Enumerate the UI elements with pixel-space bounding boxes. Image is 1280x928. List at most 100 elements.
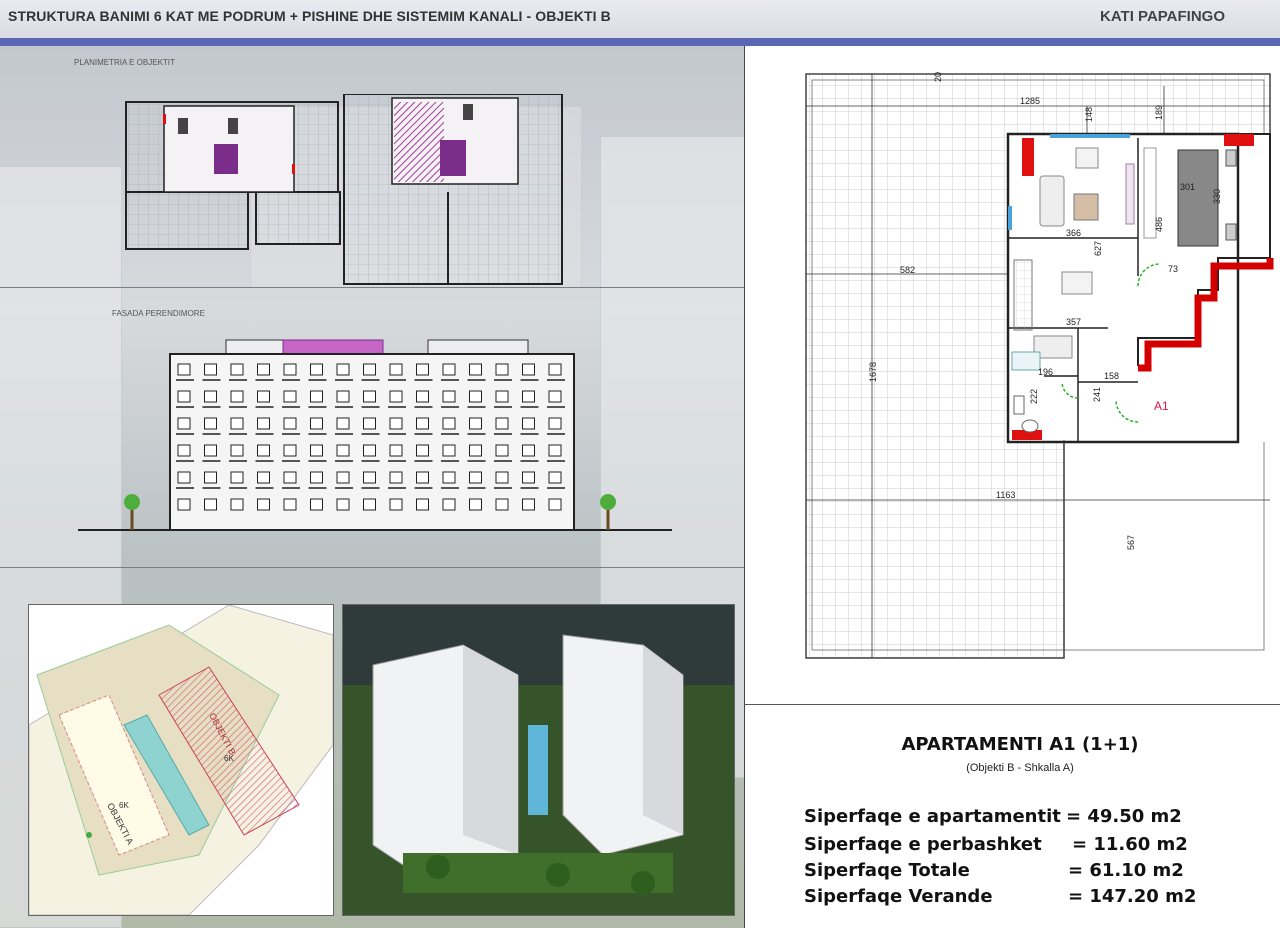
- facade-window: [495, 417, 509, 430]
- facade-window: [204, 417, 217, 430]
- render-card: [342, 604, 735, 916]
- facade-window: [283, 390, 297, 403]
- facade-window: [416, 498, 429, 511]
- facade-window: [548, 363, 562, 376]
- facade-window: [310, 444, 323, 457]
- facade-window: [257, 363, 270, 376]
- site-plan-drawing: OBJEKTI A OBJEKTI B 6K 6K: [29, 605, 333, 915]
- thumbnail-plan-right: [343, 94, 563, 285]
- facade-window: [522, 498, 535, 511]
- dim-label: 301: [1180, 182, 1195, 192]
- facade-window: [177, 471, 191, 484]
- dim-label: 241: [1092, 387, 1102, 402]
- facade-window: [336, 417, 350, 430]
- dim-label: 148: [1084, 107, 1094, 122]
- site-tag: 6K: [224, 754, 234, 763]
- aerial-render-illustration: [343, 605, 734, 915]
- facade-window: [204, 390, 217, 403]
- facade-window: [336, 444, 350, 457]
- facade-window: [310, 363, 323, 376]
- facade-window: [522, 363, 535, 376]
- dim-label: 486: [1154, 217, 1164, 232]
- facade-window: [416, 471, 429, 484]
- facade-window: [257, 390, 270, 403]
- dim-label: 1678: [868, 362, 878, 382]
- dim-label: 158: [1104, 371, 1119, 381]
- facade-window: [522, 390, 535, 403]
- area-row: Siperfaqe Totale = 61.10 m2: [804, 860, 1184, 881]
- facade-window: [363, 417, 376, 430]
- facade-window: [442, 390, 456, 403]
- facade-window: [442, 498, 456, 511]
- area-label: Siperfaqe e perbashket: [804, 834, 1042, 855]
- facade-window: [522, 444, 535, 457]
- facade-window: [363, 471, 376, 484]
- left-panel: PLANIMETRIA E OBJEKTIT FASADA PERENDIMOR…: [0, 46, 744, 928]
- area-value: = 49.50 m2: [1066, 806, 1182, 827]
- apartment-title: APARTAMENTI A1 (1+1): [901, 734, 1139, 755]
- facade-window: [469, 417, 482, 430]
- facade-window: [204, 363, 217, 376]
- facade-window: [548, 390, 562, 403]
- facade-window: [257, 471, 270, 484]
- facade-window: [389, 471, 403, 484]
- facade-window: [363, 363, 376, 376]
- facade-window: [469, 390, 482, 403]
- facade-window: [283, 444, 297, 457]
- facade-window: [177, 498, 191, 511]
- site-plan-label: PLANIMETRIA E OBJEKTIT: [74, 58, 175, 67]
- dim-label: 73: [1168, 264, 1178, 274]
- west-facade-elevation: [78, 339, 672, 531]
- unit-label: A1: [1154, 399, 1169, 413]
- facade-window: [416, 417, 429, 430]
- facade-window: [416, 390, 429, 403]
- dim-label: 627: [1093, 241, 1103, 256]
- project-title: STRUKTURA BANIMI 6 KAT ME PODRUM + PISHI…: [8, 8, 611, 24]
- facade-window: [336, 363, 350, 376]
- facade-window: [230, 417, 244, 430]
- dim-label: 330: [1212, 189, 1222, 204]
- facade-window: [336, 498, 350, 511]
- facade-window: [416, 363, 429, 376]
- area-value: = 147.20 m2: [1068, 886, 1197, 907]
- facade-window: [442, 417, 456, 430]
- area-row: Siperfaqe e apartamentit = 49.50 m2: [804, 806, 1182, 827]
- facade-window: [442, 363, 456, 376]
- facade-window: [389, 417, 403, 430]
- facade-window: [548, 498, 562, 511]
- facade-window: [204, 471, 217, 484]
- facade-window: [177, 444, 191, 457]
- facade-window: [283, 363, 297, 376]
- facade-window: [310, 498, 323, 511]
- area-value: = 11.60 m2: [1072, 834, 1188, 855]
- facade-window: [336, 471, 350, 484]
- facade-window: [442, 444, 456, 457]
- area-label: Siperfaqe Verande: [804, 886, 993, 907]
- facade-window: [495, 471, 509, 484]
- site-plan-card: OBJEKTI A OBJEKTI B 6K 6K: [28, 604, 334, 916]
- facade-window: [257, 444, 270, 457]
- palm-tree-icon: [600, 494, 616, 530]
- facade-window: [363, 444, 376, 457]
- facade-window: [469, 498, 482, 511]
- facade-window: [389, 444, 403, 457]
- dim-label: 189: [1154, 105, 1164, 120]
- facade-window: [495, 444, 509, 457]
- area-label: Siperfaqe e apartamentit: [804, 806, 1061, 827]
- palm-tree-icon: [124, 494, 140, 530]
- dim-label: 196: [1038, 367, 1053, 377]
- dim-label: 1285: [1020, 96, 1040, 106]
- facade-window: [495, 363, 509, 376]
- facade-window: [230, 498, 244, 511]
- title-bar: STRUKTURA BANIMI 6 KAT ME PODRUM + PISHI…: [0, 0, 1280, 38]
- facade-window: [177, 363, 191, 376]
- facade-window: [283, 471, 297, 484]
- facade-window: [257, 417, 270, 430]
- facade-label: FASADA PERENDIMORE: [112, 309, 205, 318]
- facade-window: [230, 363, 244, 376]
- facade-window: [336, 390, 350, 403]
- facade-window: [495, 390, 509, 403]
- facade-window: [548, 444, 562, 457]
- dim-label: 366: [1066, 228, 1081, 238]
- facade-window: [283, 417, 297, 430]
